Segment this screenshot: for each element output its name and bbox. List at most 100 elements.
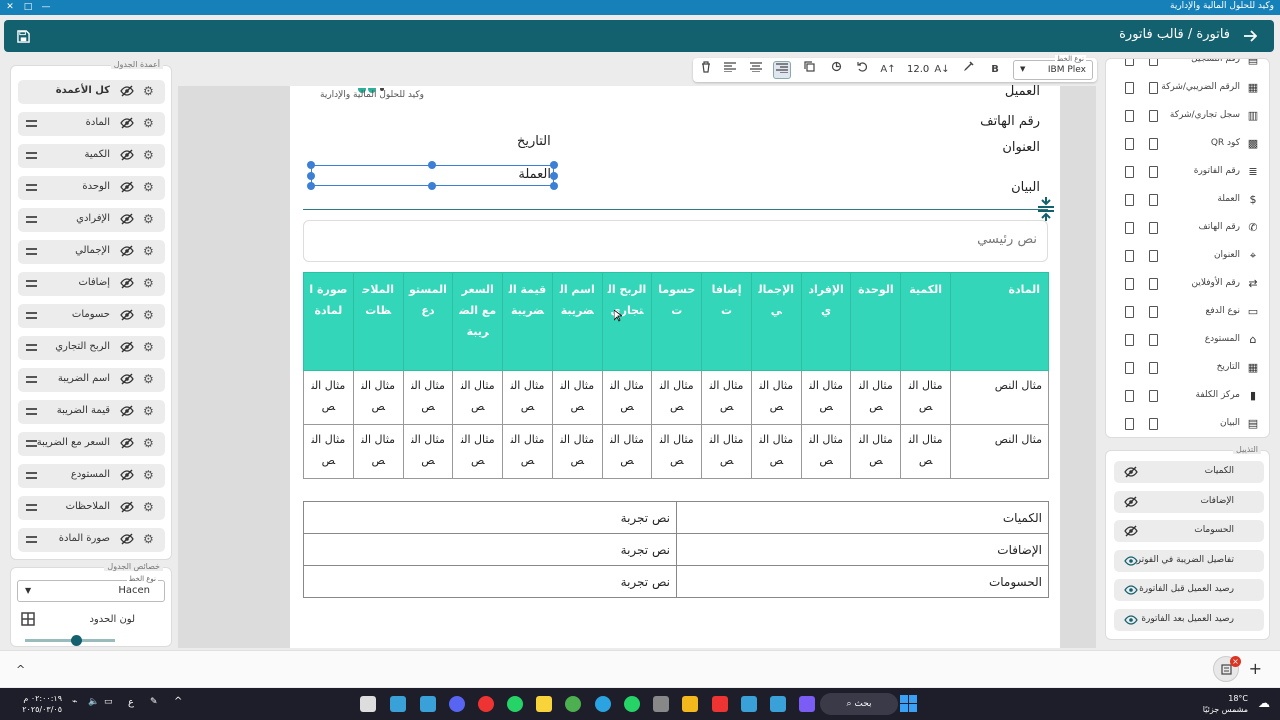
eye-icon[interactable] <box>1124 614 1138 626</box>
slider-track[interactable] <box>25 639 115 642</box>
notes-icon[interactable] <box>536 696 552 712</box>
column-item[interactable]: ⚙ الوحدة <box>18 176 165 200</box>
pen-icon[interactable]: ✎ <box>150 697 158 707</box>
footer-toggle-item[interactable]: رصيد العميل بعد الفاتورة <box>1114 608 1264 631</box>
taskbar-app-icon[interactable] <box>770 696 786 712</box>
document-icon[interactable] <box>1149 390 1158 402</box>
gear-icon[interactable]: ⚙ <box>143 500 157 514</box>
column-item[interactable]: ⚙ حسومات <box>18 304 165 328</box>
minimize-window-button[interactable]: — <box>38 1 54 14</box>
color-picker-icon[interactable] <box>959 61 977 79</box>
document-icon[interactable] <box>1149 306 1158 318</box>
eye-off-icon[interactable] <box>120 309 134 321</box>
column-item[interactable]: ⚙ المادة <box>18 112 165 136</box>
column-item[interactable]: ⚙ الكمية <box>18 144 165 168</box>
chrome-icon[interactable] <box>565 696 581 712</box>
eye-icon[interactable] <box>1124 555 1138 567</box>
eye-off-icon[interactable] <box>120 181 134 193</box>
rotate-icon[interactable] <box>827 61 845 79</box>
column-item[interactable]: ⚙ المستودع <box>18 464 165 488</box>
column-item[interactable]: ⚙ إضافات <box>18 272 165 296</box>
document-icon[interactable] <box>1125 59 1134 66</box>
footer-toggle-item[interactable]: رصيد العميل قبل الفاتورة <box>1114 579 1264 601</box>
file-explorer-icon[interactable] <box>682 696 698 712</box>
eye-off-icon[interactable] <box>120 405 134 417</box>
drag-handle-icon[interactable] <box>26 152 37 159</box>
column-item[interactable]: ⚙ كل الأعمدة <box>18 80 165 104</box>
resize-handle[interactable] <box>428 182 436 190</box>
drag-handle-icon[interactable] <box>26 344 37 351</box>
document-icon[interactable] <box>1125 194 1134 206</box>
eye-off-icon[interactable] <box>120 437 134 449</box>
document-icon[interactable] <box>1149 110 1158 122</box>
windows-start-icon[interactable] <box>900 695 917 712</box>
eye-off-icon[interactable] <box>1124 466 1138 478</box>
invoice-items-table[interactable]: المادة الكمية الوحدة الإفرادي الإجمالي إضافات… <box>303 272 1049 479</box>
column-item[interactable]: ⚙ صورة المادة <box>18 528 165 552</box>
slider-handle[interactable] <box>71 635 82 646</box>
bold-button[interactable]: B <box>986 61 1004 79</box>
store-icon[interactable] <box>653 696 669 712</box>
font-size-decrease-icon[interactable]: A↓ <box>933 61 951 79</box>
battery-icon[interactable]: ▭ <box>104 697 113 707</box>
back-arrow-icon[interactable] <box>1242 28 1258 44</box>
client-label[interactable]: العميل <box>1005 84 1040 99</box>
field-item[interactable]: ▩ كود QR <box>1114 133 1264 155</box>
maximize-window-button[interactable]: □ <box>20 1 36 14</box>
gear-icon[interactable]: ⚙ <box>143 212 157 226</box>
taskbar-app-icon[interactable] <box>390 696 406 712</box>
font-size-value[interactable]: 12.0 <box>907 64 929 75</box>
invoice-summary-table[interactable]: الكميات نص تجربة الإضافات نص تجربة الحسومات ن… <box>303 501 1049 598</box>
gear-icon[interactable]: ⚙ <box>143 372 157 386</box>
drag-handle-icon[interactable] <box>26 280 37 287</box>
document-icon[interactable] <box>1149 418 1158 430</box>
document-icon[interactable] <box>1125 334 1134 346</box>
document-icon[interactable] <box>1125 82 1134 94</box>
document-icon[interactable] <box>1149 166 1158 178</box>
eye-off-icon[interactable] <box>120 245 134 257</box>
grid-icon[interactable] <box>21 612 35 626</box>
column-item[interactable]: ⚙ قيمة الضريبة <box>18 400 165 424</box>
font-size-increase-icon[interactable]: A↑ <box>879 61 897 79</box>
taskbar-app-icon[interactable] <box>741 696 757 712</box>
document-icon[interactable] <box>1125 250 1134 262</box>
field-item[interactable]: ▦ التاريخ <box>1114 357 1264 379</box>
taskbar-search[interactable]: بحث ⌕ <box>820 693 898 715</box>
document-icon[interactable] <box>1125 278 1134 290</box>
eye-off-icon[interactable] <box>120 501 134 513</box>
main-text-box[interactable]: نص رئيسي <box>303 220 1048 262</box>
delete-icon[interactable] <box>697 61 715 79</box>
copy-icon[interactable] <box>800 61 818 79</box>
toolbar-font-select[interactable]: نوع الخط IBM Plex ▼ <box>1013 55 1093 80</box>
badge-close[interactable]: × <box>1230 656 1241 667</box>
column-item[interactable]: ⚙ الملاحظات <box>18 496 165 520</box>
field-item[interactable]: ▦ الرقم الضريبي/شركة <box>1114 77 1264 99</box>
drag-handle-icon[interactable] <box>26 440 37 447</box>
close-window-button[interactable]: ✕ <box>2 1 18 14</box>
drag-handle-icon[interactable] <box>26 184 37 191</box>
gear-icon[interactable]: ⚙ <box>143 276 157 290</box>
field-item[interactable]: ⌂ المستودع <box>1114 329 1264 351</box>
gear-icon[interactable]: ⚙ <box>143 116 157 130</box>
document-icon[interactable] <box>1149 250 1158 262</box>
eye-icon[interactable] <box>1124 584 1138 596</box>
field-item[interactable]: ▤ البيان <box>1114 413 1264 435</box>
network-icon[interactable]: ⌁ <box>72 697 77 707</box>
eye-off-icon[interactable] <box>120 533 134 545</box>
footer-toggle-item[interactable]: الحسومات <box>1114 520 1264 542</box>
document-icon[interactable] <box>1125 306 1134 318</box>
align-left-icon[interactable] <box>721 61 739 79</box>
drag-handle-icon[interactable] <box>26 248 37 255</box>
field-item[interactable]: ⇄ رقم الأوفلاين <box>1114 273 1264 295</box>
eye-off-icon[interactable] <box>120 85 134 97</box>
eye-off-icon[interactable] <box>1124 496 1138 508</box>
statement-label[interactable]: البيان <box>1011 180 1040 195</box>
split-handle-icon[interactable] <box>1036 196 1056 222</box>
drag-handle-icon[interactable] <box>26 312 37 319</box>
document-icon[interactable] <box>1125 110 1134 122</box>
eye-off-icon[interactable] <box>120 277 134 289</box>
field-item[interactable]: ≣ رقم الفاتورة <box>1114 161 1264 183</box>
gear-icon[interactable]: ⚙ <box>143 308 157 322</box>
save-icon[interactable] <box>16 29 30 43</box>
eye-off-icon[interactable] <box>120 469 134 481</box>
